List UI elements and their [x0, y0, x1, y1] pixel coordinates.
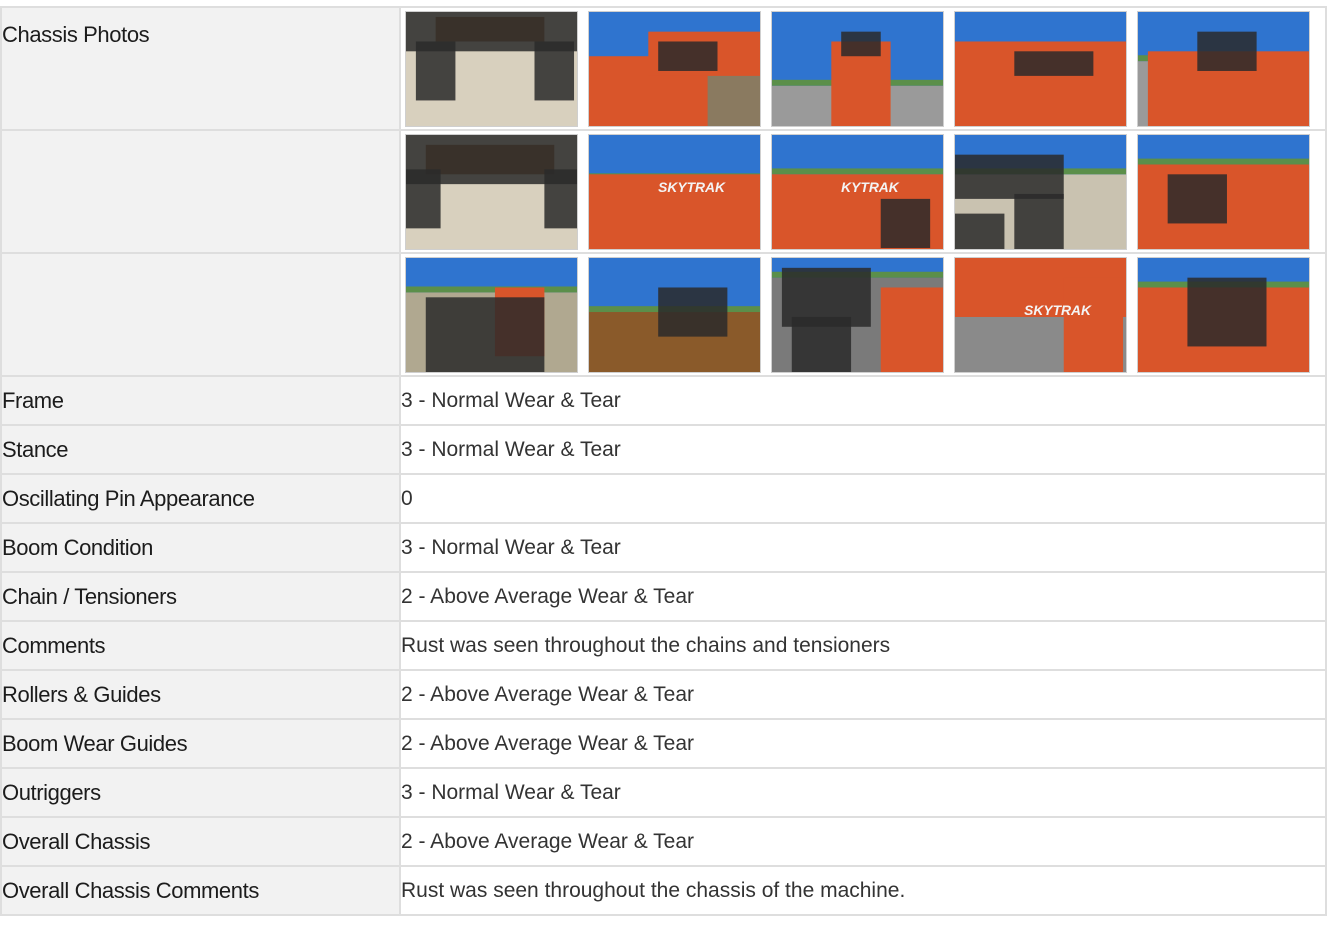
photo-caption: KYTRAK	[841, 180, 900, 195]
chassis-photo-thumbnail[interactable]	[588, 257, 761, 373]
row-label: Overall Chassis	[0, 816, 401, 867]
chassis-inspection-table: Chassis Photos SKYTRAK KYTRAK SKYTRAK Fra…	[0, 6, 1327, 916]
row-boom-wear-guides: Boom Wear Guides 2 - Above Average Wear &…	[0, 718, 1327, 769]
chassis-photo-thumbnail[interactable]	[1137, 11, 1310, 127]
chassis-photo-thumbnail[interactable]	[1137, 257, 1310, 373]
row-label: Chain / Tensioners	[0, 571, 401, 622]
row-comments: Comments Rust was seen throughout the cha…	[0, 620, 1327, 671]
row-value: 0	[399, 473, 1327, 524]
photo-row-2: SKYTRAK KYTRAK	[0, 129, 1327, 254]
row-chain-tensioners: Chain / Tensioners 2 - Above Average Wear…	[0, 571, 1327, 622]
photo-cell-3: SKYTRAK	[399, 252, 1327, 377]
chassis-photo-thumbnail[interactable]	[588, 11, 761, 127]
chassis-photo-thumbnail[interactable]	[771, 11, 944, 127]
row-rollers-guides: Rollers & Guides 2 - Above Average Wear &…	[0, 669, 1327, 720]
chassis-photo-thumbnail[interactable]	[1137, 134, 1310, 250]
row-value: 2 - Above Average Wear & Tear	[399, 718, 1327, 769]
row-value: Rust was seen throughout the chassis of …	[399, 865, 1327, 916]
chassis-photo-thumbnail[interactable]	[405, 11, 578, 127]
row-overall-chassis: Overall Chassis 2 - Above Average Wear & …	[0, 816, 1327, 867]
row-value: 3 - Normal Wear & Tear	[399, 767, 1327, 818]
photo-cell-2: SKYTRAK KYTRAK	[399, 129, 1327, 254]
row-outriggers: Outriggers 3 - Normal Wear & Tear	[0, 767, 1327, 818]
row-value: 3 - Normal Wear & Tear	[399, 424, 1327, 475]
row-label: Comments	[0, 620, 401, 671]
chassis-photo-thumbnail[interactable]	[405, 134, 578, 250]
row-value: 2 - Above Average Wear & Tear	[399, 669, 1327, 720]
row-label: Frame	[0, 375, 401, 426]
row-label: Oscillating Pin Appearance	[0, 473, 401, 524]
row-value: 3 - Normal Wear & Tear	[399, 522, 1327, 573]
row-frame: Frame 3 - Normal Wear & Tear	[0, 375, 1327, 426]
row-oscillating-pin: Oscillating Pin Appearance 0	[0, 473, 1327, 524]
photo-cell-1	[399, 6, 1327, 131]
row-value: 2 - Above Average Wear & Tear	[399, 571, 1327, 622]
row-label: Stance	[0, 424, 401, 475]
empty-label-cell	[0, 129, 401, 254]
chassis-photo-thumbnail[interactable]	[954, 134, 1127, 250]
chassis-photo-thumbnail[interactable]: SKYTRAK	[588, 134, 761, 250]
chassis-photo-thumbnail[interactable]	[954, 11, 1127, 127]
row-stance: Stance 3 - Normal Wear & Tear	[0, 424, 1327, 475]
row-label: Rollers & Guides	[0, 669, 401, 720]
photo-caption: SKYTRAK	[658, 180, 726, 195]
row-value: 2 - Above Average Wear & Tear	[399, 816, 1327, 867]
chassis-photos-label: Chassis Photos	[0, 6, 401, 131]
photo-row-1: Chassis Photos	[0, 6, 1327, 131]
row-overall-chassis-comments: Overall Chassis Comments Rust was seen th…	[0, 865, 1327, 916]
chassis-photo-thumbnail[interactable]	[771, 257, 944, 373]
row-label: Boom Wear Guides	[0, 718, 401, 769]
photo-row-3: SKYTRAK	[0, 252, 1327, 377]
row-value: 3 - Normal Wear & Tear	[399, 375, 1327, 426]
empty-label-cell	[0, 252, 401, 377]
row-label: Boom Condition	[0, 522, 401, 573]
row-label: Outriggers	[0, 767, 401, 818]
row-label: Overall Chassis Comments	[0, 865, 401, 916]
chassis-photo-thumbnail[interactable]: KYTRAK	[771, 134, 944, 250]
photo-caption: SKYTRAK	[1024, 303, 1092, 318]
row-boom-condition: Boom Condition 3 - Normal Wear & Tear	[0, 522, 1327, 573]
chassis-photo-thumbnail[interactable]	[405, 257, 578, 373]
chassis-photo-thumbnail[interactable]: SKYTRAK	[954, 257, 1127, 373]
row-value: Rust was seen throughout the chains and …	[399, 620, 1327, 671]
